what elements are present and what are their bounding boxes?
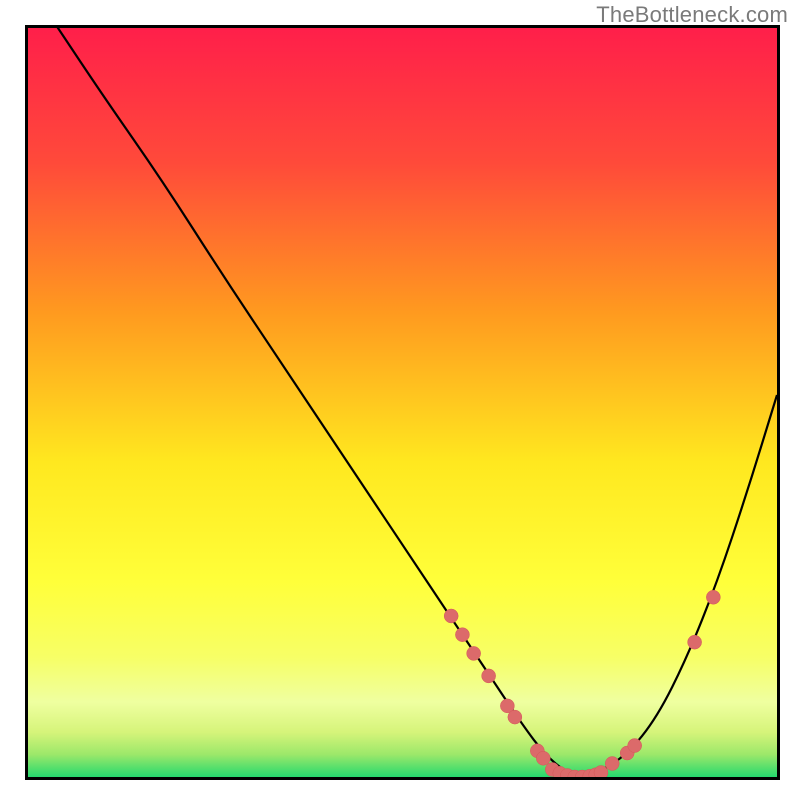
data-marker [594, 766, 608, 777]
data-marker [455, 628, 469, 642]
data-marker [444, 609, 458, 623]
data-marker [508, 710, 522, 724]
data-marker [482, 669, 496, 683]
data-marker [536, 751, 550, 765]
data-marker [628, 739, 642, 753]
data-marker [706, 590, 720, 604]
data-marker [605, 757, 619, 771]
chart-plot-area [25, 25, 780, 780]
data-marker [467, 646, 481, 660]
chart-svg [28, 28, 777, 777]
data-marker [688, 635, 702, 649]
gradient-background [28, 28, 777, 777]
